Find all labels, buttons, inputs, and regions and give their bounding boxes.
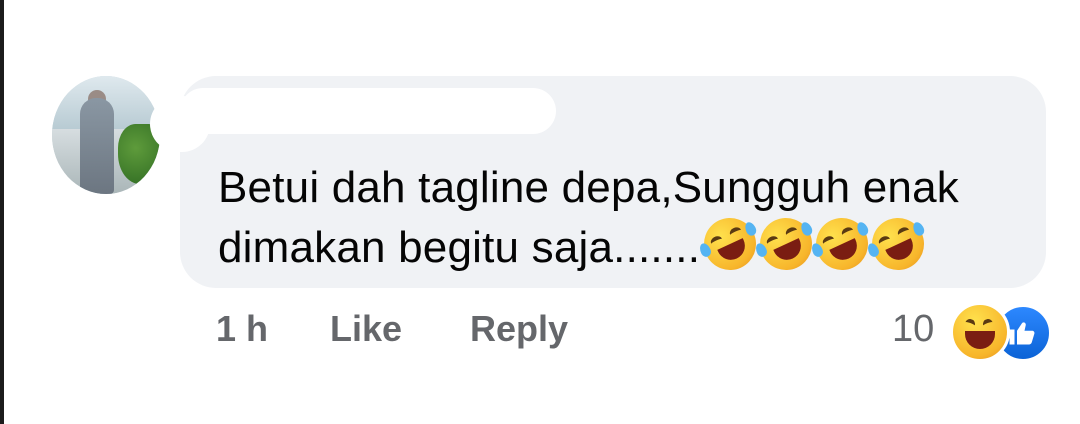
rofl-emoji-icon <box>863 209 933 279</box>
avatar-person <box>80 98 114 194</box>
avatar[interactable] <box>52 76 160 194</box>
reply-button[interactable]: Reply <box>470 308 568 350</box>
name-redaction-main <box>180 88 556 134</box>
like-button[interactable]: Like <box>330 308 402 350</box>
rofl-emoji-icon <box>751 209 821 279</box>
reaction-count[interactable]: 10 <box>892 308 934 351</box>
rofl-emoji-icon <box>695 209 765 279</box>
comment-timestamp[interactable]: 1 h <box>216 308 268 350</box>
rofl-emoji-icon <box>807 209 877 279</box>
comment-body: Betui dah tagline depa,Sungguh enak dima… <box>218 158 1018 286</box>
screen-edge <box>0 0 4 424</box>
emoji-group <box>695 209 933 286</box>
haha-icon[interactable] <box>950 302 1010 362</box>
